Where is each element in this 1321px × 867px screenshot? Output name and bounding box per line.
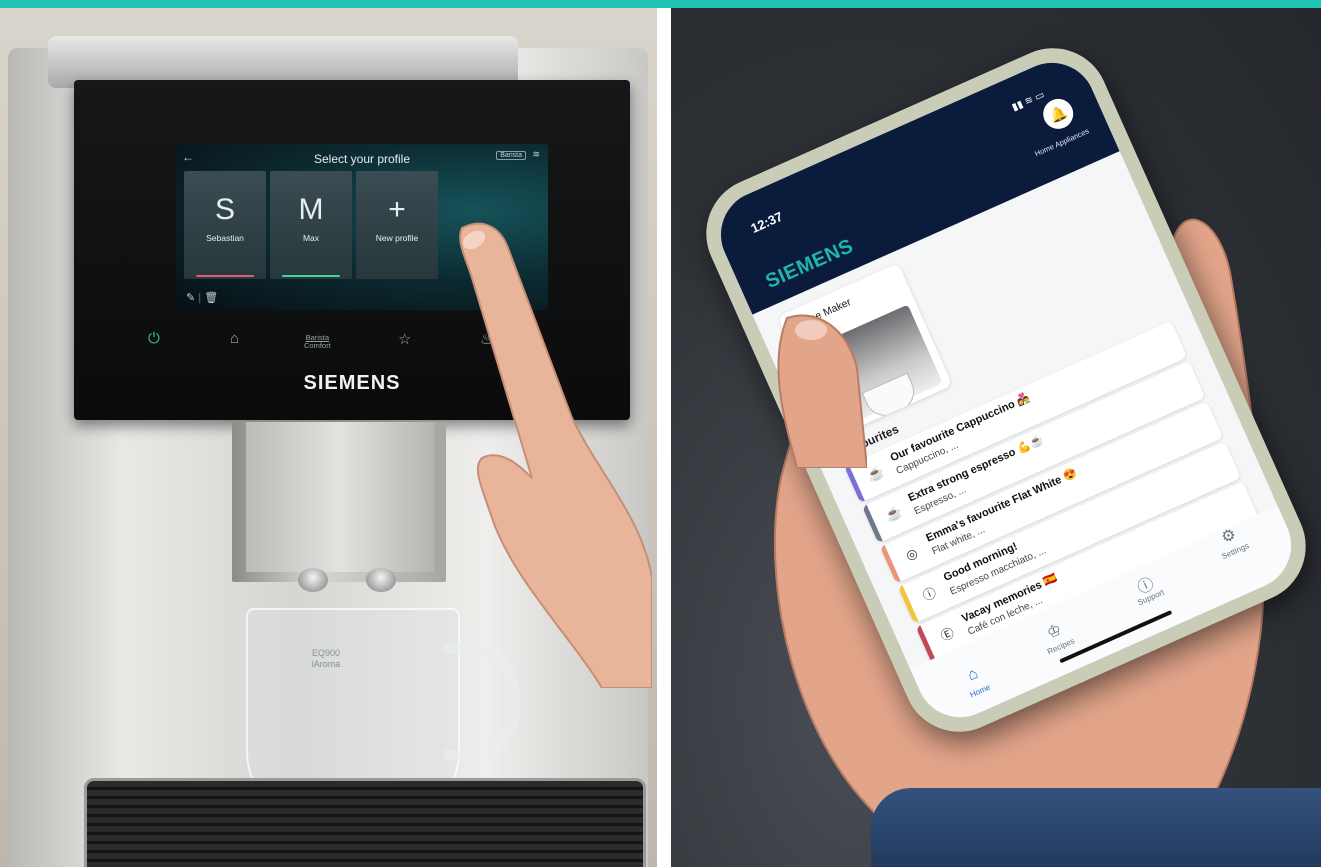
espresso-cup-icon: ☕ xyxy=(883,503,905,525)
profile-card-sebastian[interactable]: S Sebastian xyxy=(184,171,266,279)
star-icon[interactable]: ☆ xyxy=(398,330,411,348)
drip-tray xyxy=(84,778,646,867)
letter-e-icon: Ⓔ xyxy=(938,624,957,644)
cup-etching: EQ900 iAroma xyxy=(246,648,406,670)
thumb xyxy=(777,314,867,468)
barista-badge: Barista xyxy=(496,151,526,160)
top-accent-bar xyxy=(0,0,1321,8)
profile-color-underline xyxy=(282,275,340,277)
app-logo: SIEMENS xyxy=(762,234,857,294)
profile-color-underline xyxy=(196,275,254,277)
comfort-label: Comfort xyxy=(304,341,331,350)
coffee-nozzle-right xyxy=(366,568,396,592)
home-icon[interactable]: ⌂ xyxy=(230,330,239,347)
coffee-nozzle-left xyxy=(298,568,328,592)
coffee-machine-photo: ← Select your profile Barista ≋ S Sebast… xyxy=(0,8,657,867)
favourite-accent xyxy=(861,504,883,544)
status-time: 12:37 xyxy=(748,208,785,236)
profile-letter: S xyxy=(214,193,235,226)
power-icon[interactable]: ⏻ xyxy=(148,330,160,347)
profile-letter: M xyxy=(298,193,324,226)
cup-etching-line2: iAroma xyxy=(311,659,341,669)
screen-tools: ✎ | 🗑 xyxy=(186,291,218,304)
letter-i-icon: ⓘ xyxy=(920,584,939,604)
screen-title: Select your profile xyxy=(313,152,411,166)
favourite-accent xyxy=(879,544,901,584)
tab-recipes[interactable]: ♔ Recipes xyxy=(1018,608,1095,665)
signal-wifi-battery-icon: ▮▮ ≋ ▭ xyxy=(1010,89,1047,114)
profile-name: Max xyxy=(302,233,320,243)
profile-card-max[interactable]: M Max xyxy=(270,171,352,279)
appliance-photo-cup xyxy=(861,372,921,423)
barista-comfort-button[interactable]: Barista Comfort xyxy=(304,334,331,350)
smartphone-app-photo: 12:37 ▮▮ ≋ ▭ 🔔 Home Appliances SIEMENS C… xyxy=(671,8,1321,867)
plus-icon: + xyxy=(388,193,406,226)
tab-home[interactable]: ⌂ Home xyxy=(937,653,1014,710)
wifi-icon: ≋ xyxy=(532,149,540,159)
profile-name: New profile xyxy=(375,233,419,243)
home-appliances-label[interactable]: Home Appliances xyxy=(1033,126,1090,158)
hand-pointing xyxy=(459,222,652,688)
cup-etching-line1: EQ900 xyxy=(311,648,341,658)
new-profile-button[interactable]: + New profile xyxy=(356,171,438,279)
favourite-accent xyxy=(897,585,919,624)
shirt-sleeve xyxy=(871,788,1321,867)
spout-cover xyxy=(246,422,434,572)
profile-badge-icon: ◎ xyxy=(903,544,920,564)
trash-icon[interactable]: 🗑 xyxy=(204,292,218,304)
favourite-accent xyxy=(844,464,865,504)
profile-name: Sebastian xyxy=(206,233,244,243)
pencil-icon[interactable]: ✎ xyxy=(186,292,195,304)
